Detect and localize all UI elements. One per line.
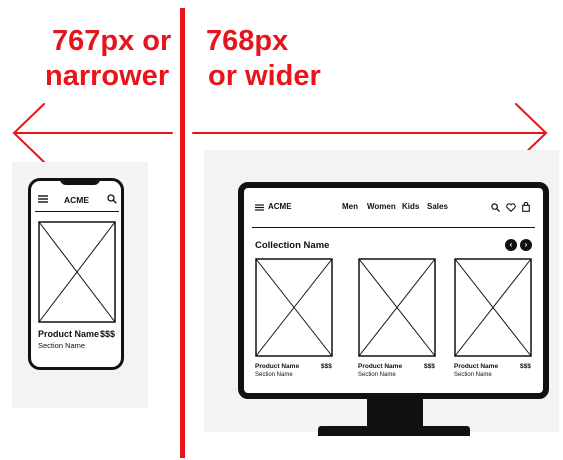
desktop-product-name[interactable]: Product Name [358, 363, 402, 370]
search-icon[interactable] [107, 194, 117, 204]
monitor-stand-neck [367, 397, 423, 427]
desktop-product-name[interactable]: Product Name [255, 363, 299, 370]
nav-link-men[interactable]: Men [342, 202, 358, 211]
desktop-product-price: $$$ [520, 363, 531, 370]
phone-notch [60, 178, 100, 185]
desktop-header-divider [252, 227, 535, 228]
desktop-brand[interactable]: ACME [268, 202, 292, 211]
desktop-product-image-placeholder[interactable] [255, 258, 333, 357]
mobile-product-name[interactable]: Product Name [38, 329, 99, 339]
collection-title: Collection Name [255, 240, 330, 251]
desktop-product-price: $$$ [424, 363, 435, 370]
hamburger-menu-icon[interactable] [255, 204, 264, 211]
desktop-product-price: $$$ [321, 363, 332, 370]
heart-icon[interactable] [506, 203, 516, 212]
mobile-product-price: $$$ [100, 329, 116, 339]
mobile-product-image-placeholder[interactable] [38, 221, 116, 323]
nav-link-kids[interactable]: Kids [402, 202, 419, 211]
chevron-right-icon[interactable]: › [520, 239, 532, 251]
desktop-product-name[interactable]: Product Name [454, 363, 498, 370]
hamburger-menu-icon[interactable] [38, 195, 48, 203]
desktop-section-name: Section Name [255, 372, 293, 378]
desktop-section-name: Section Name [358, 372, 396, 378]
breakpoint-divider [180, 8, 185, 458]
monitor-stand-base [318, 426, 470, 436]
shopping-bag-icon[interactable] [522, 202, 530, 212]
desktop-product-image-placeholder[interactable] [358, 258, 436, 357]
desktop-section-name: Section Name [454, 372, 492, 378]
mobile-section-name: Section Name [38, 341, 86, 350]
desktop-product-image-placeholder[interactable] [454, 258, 532, 357]
mobile-brand[interactable]: ACME [64, 195, 89, 205]
nav-link-women[interactable]: Women [367, 202, 396, 211]
mobile-header-divider [35, 211, 119, 212]
search-icon[interactable] [491, 203, 500, 212]
chevron-left-icon[interactable]: ‹ [505, 239, 517, 251]
nav-link-sales[interactable]: Sales [427, 202, 448, 211]
